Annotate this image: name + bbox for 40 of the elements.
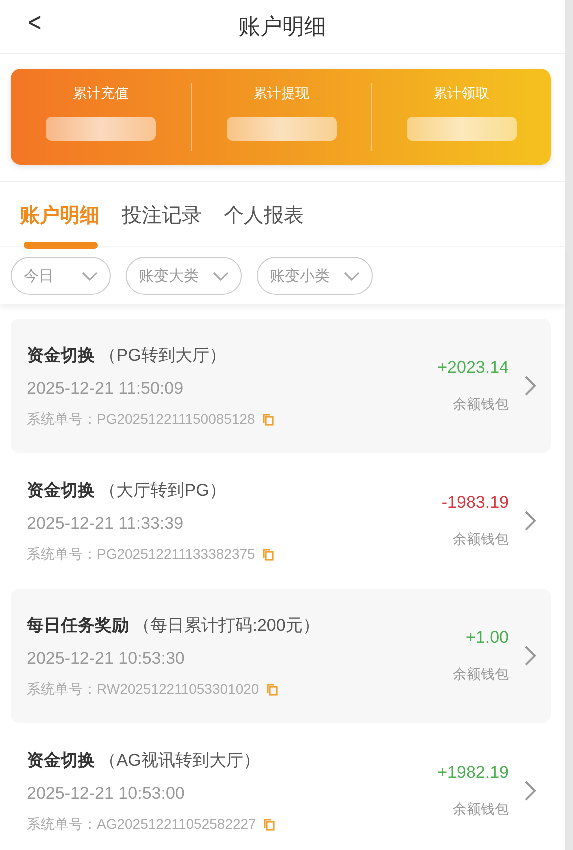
tab[interactable]: 投注记录 xyxy=(122,202,202,250)
copy-icon[interactable] xyxy=(267,684,278,696)
tab[interactable]: 个人报表 xyxy=(224,202,304,250)
order-number: 系统单号：PG202512211133382375 xyxy=(27,546,256,564)
summary-label: 累计领取 xyxy=(434,85,490,103)
chevron-down-icon xyxy=(82,272,98,280)
wallet-label: 余额钱包 xyxy=(453,531,509,549)
amount: +1982.19 xyxy=(438,763,509,783)
chevron-right-icon xyxy=(525,781,537,801)
wallet-label: 余额钱包 xyxy=(453,666,509,684)
amount: +1.00 xyxy=(466,628,509,648)
record-title: 每日任务奖励 （每日累计打码:200元） xyxy=(27,614,321,636)
page-title: 账户明细 xyxy=(238,12,326,40)
chevron-right-icon xyxy=(525,511,537,531)
chevron-right-icon xyxy=(525,376,537,396)
amount: -1983.19 xyxy=(442,493,509,513)
record-time: 2025-12-21 11:50:09 xyxy=(27,378,185,398)
record-time: 2025-12-21 10:53:00 xyxy=(27,784,186,804)
summary-label: 累计提现 xyxy=(254,85,310,103)
record-title: 资金切换 （大厅转到PG） xyxy=(27,480,228,502)
copy-icon[interactable] xyxy=(263,548,274,560)
record-time: 2025-12-21 10:53:30 xyxy=(27,648,186,668)
summary-label: 累计充值 xyxy=(73,85,129,103)
order-number: 系统单号：PG202512211150085128 xyxy=(27,410,256,428)
wallet-label: 余额钱包 xyxy=(453,396,509,414)
chevron-down-icon xyxy=(344,272,360,280)
record-title: 资金切换 （PG转到大厅） xyxy=(27,344,228,366)
chevron-down-icon xyxy=(213,272,229,280)
record-row[interactable]: 每日任务奖励 （每日累计打码:200元） 2025-12-21 10:53:30 系统单号：RW202512211053301020 +1.00 余额钱包 xyxy=(11,589,551,723)
back-button[interactable]: < xyxy=(23,8,47,38)
amount: +2023.14 xyxy=(438,358,509,378)
record-title: 资金切换 （AG视讯转到大厅） xyxy=(27,750,262,772)
chevron-right-icon xyxy=(525,646,537,666)
order-number: 系统单号：AG202512211052582227 xyxy=(27,816,256,834)
copy-icon[interactable] xyxy=(264,818,276,830)
wallet-label: 余额钱包 xyxy=(453,801,509,819)
record-time: 2025-12-21 11:33:39 xyxy=(27,514,185,534)
copy-icon[interactable] xyxy=(263,414,274,426)
order-number: 系统单号：RW202512211053301020 xyxy=(27,680,260,698)
record-row[interactable]: 资金切换 （PG转到大厅） 2025-12-21 11:50:09 系统单号：PG202512211150085128 +2023.14 余额钱包 xyxy=(11,319,551,453)
